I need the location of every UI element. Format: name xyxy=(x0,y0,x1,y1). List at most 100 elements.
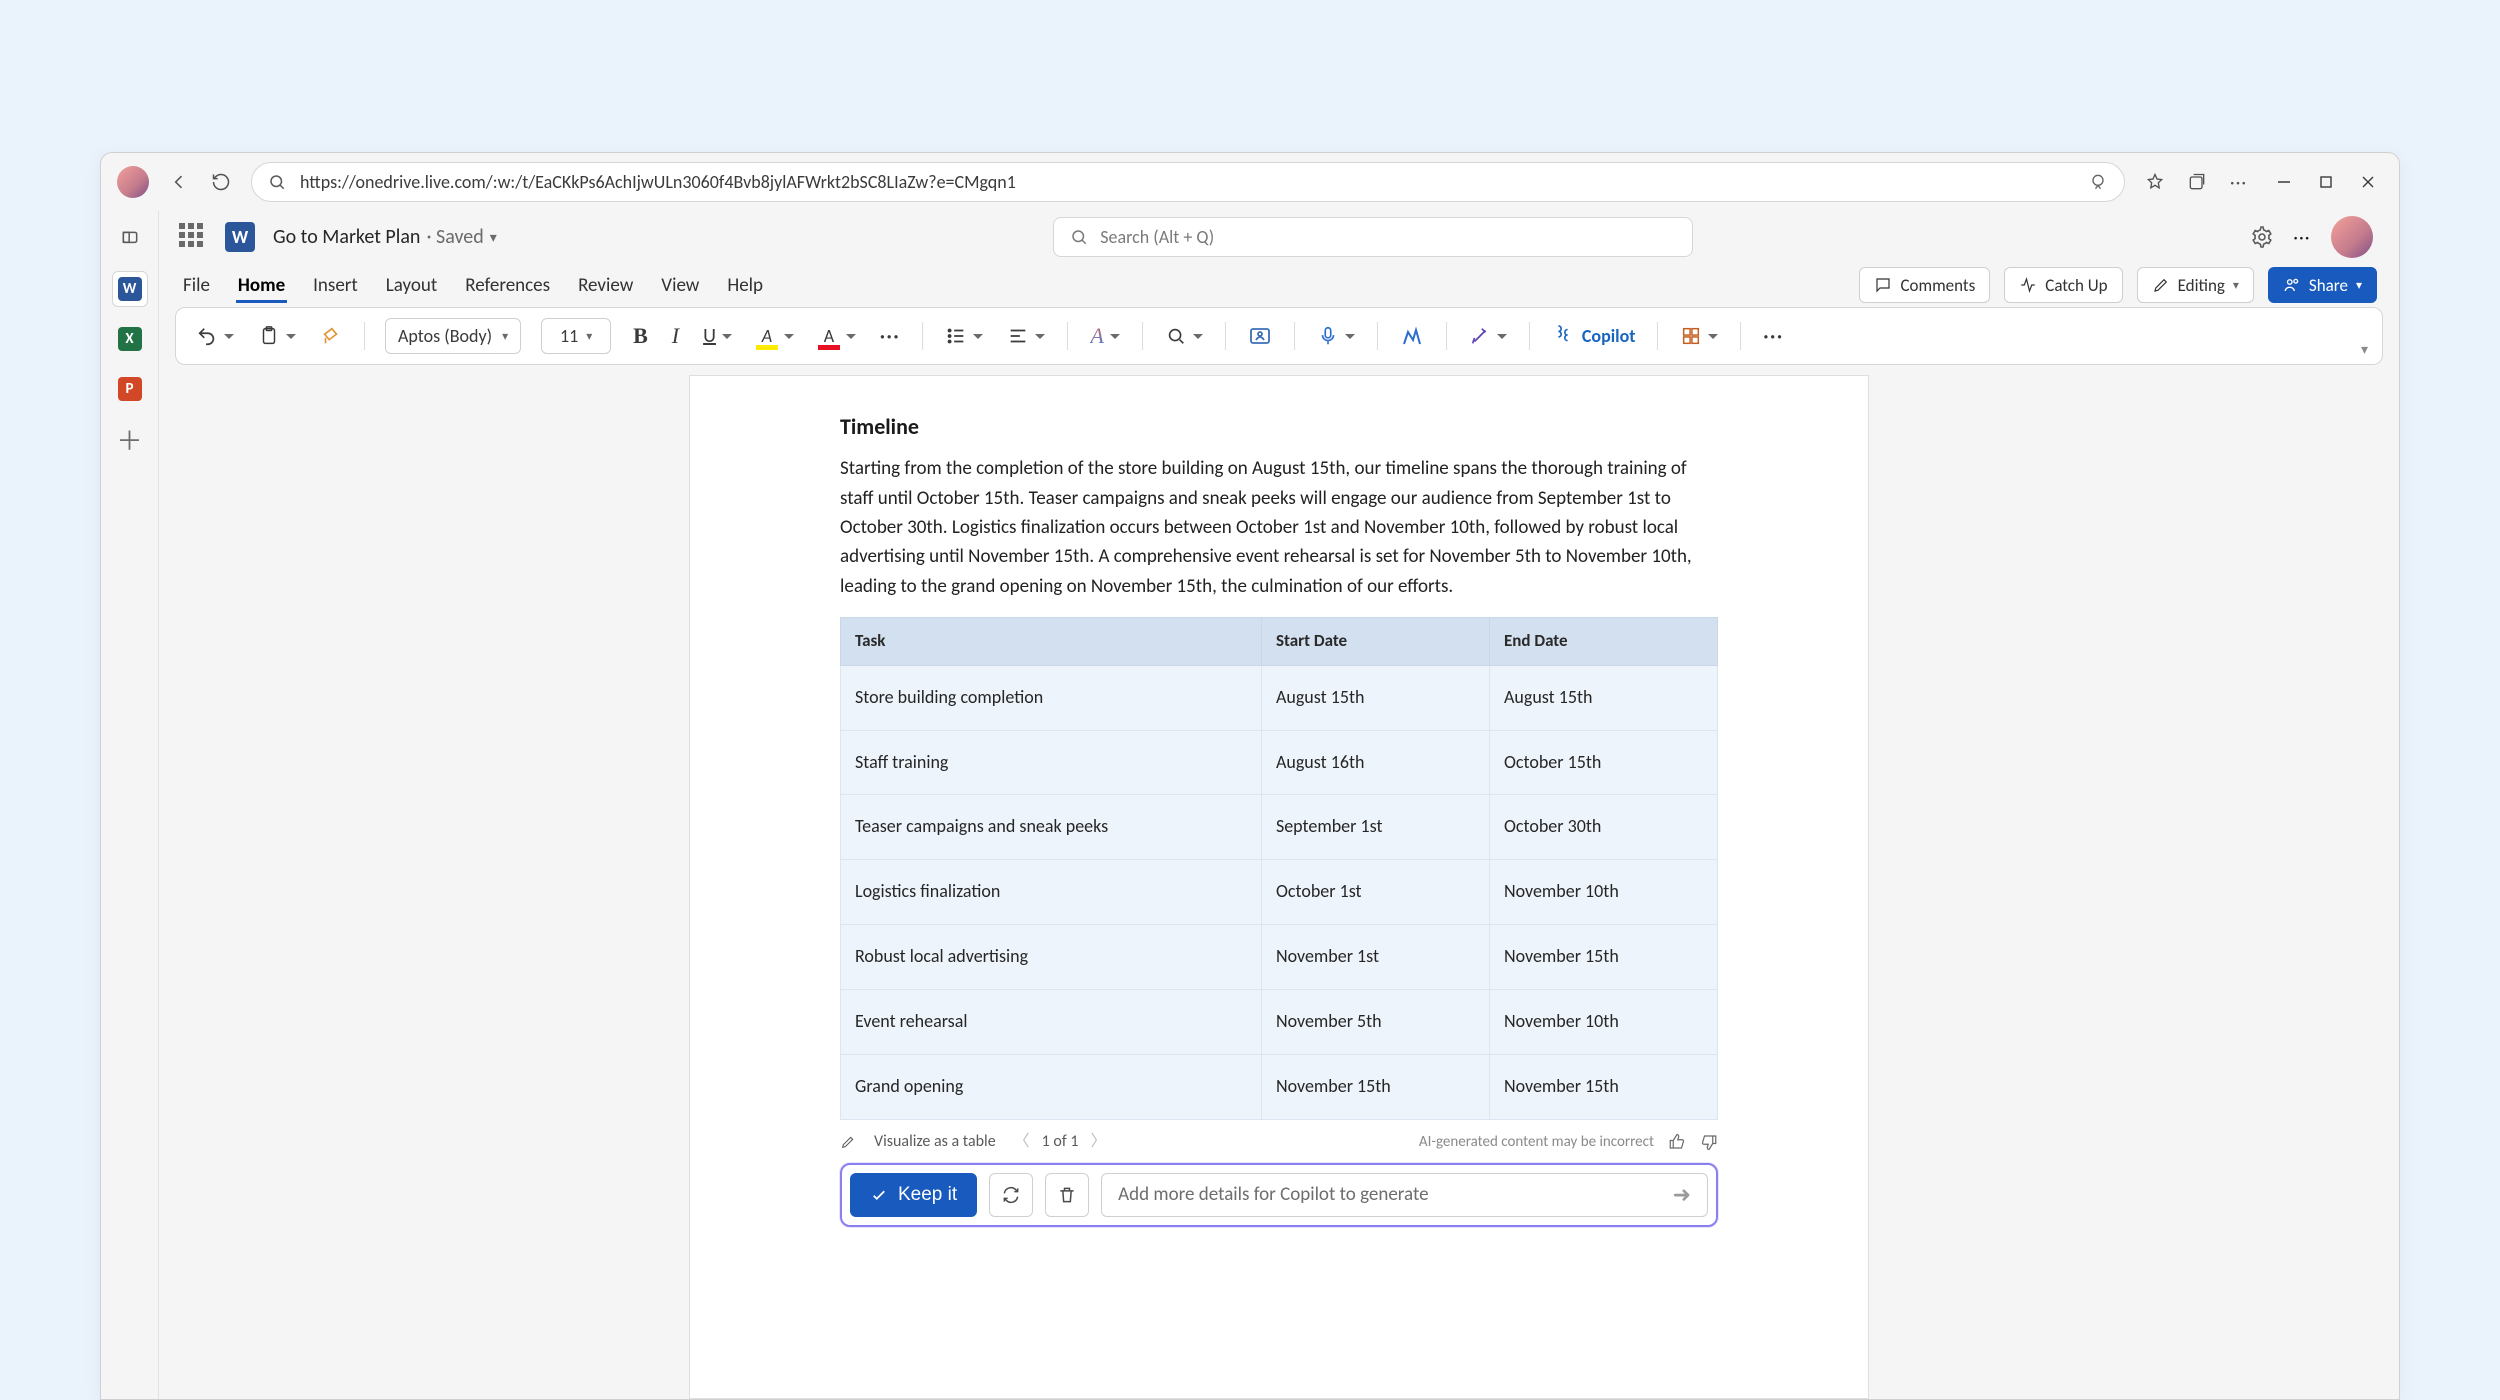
chevron-down-icon: ▾ xyxy=(586,329,592,344)
thumbs-down-icon[interactable] xyxy=(1700,1133,1718,1151)
accessibility-button[interactable] xyxy=(1246,320,1274,352)
thumbs-up-icon[interactable] xyxy=(1668,1133,1686,1151)
table-header: End Date xyxy=(1489,618,1717,665)
pencil-icon xyxy=(2152,276,2170,294)
menu-help[interactable]: Help xyxy=(725,268,765,303)
close-button[interactable] xyxy=(2361,175,2375,189)
save-status: · Saved xyxy=(426,225,483,249)
rail-tab-powerpoint[interactable]: P xyxy=(112,371,148,407)
copilot-input[interactable]: Add more details for Copilot to generate… xyxy=(1101,1173,1708,1217)
document-name: Go to Market Plan xyxy=(273,225,420,249)
underline-button[interactable]: U xyxy=(701,320,734,352)
table-cell: November 15th xyxy=(1489,925,1717,990)
chevron-down-icon: ▾ xyxy=(2356,278,2362,293)
editor-button[interactable] xyxy=(1398,320,1426,352)
account-avatar[interactable] xyxy=(2331,216,2373,258)
ribbon-overflow-icon[interactable]: ··· xyxy=(1761,321,1785,351)
table-row[interactable]: Store building completionAugust 15thAugu… xyxy=(841,665,1718,730)
bullets-button[interactable] xyxy=(943,321,985,351)
chevron-down-icon: ▾ xyxy=(502,329,508,344)
rail-add-button[interactable]: ＋ xyxy=(112,421,148,457)
table-row[interactable]: Event rehearsalNovember 5thNovember 10th xyxy=(841,990,1718,1055)
app-launcher-icon[interactable] xyxy=(179,223,207,251)
add-ins-button[interactable] xyxy=(1678,321,1720,351)
menu-review[interactable]: Review xyxy=(576,268,635,303)
keep-it-button[interactable]: Keep it xyxy=(850,1173,977,1217)
chevron-down-icon: ▾ xyxy=(490,229,497,246)
more-icon[interactable]: ··· xyxy=(2294,229,2311,246)
regenerate-button[interactable] xyxy=(989,1173,1033,1217)
ribbon: Aptos (Body) ▾ 11 ▾ B I U A A ··· xyxy=(175,307,2383,365)
copilot-prompt-label[interactable]: Visualize as a table xyxy=(874,1130,996,1155)
table-row[interactable]: Teaser campaigns and sneak peeksSeptembe… xyxy=(841,795,1718,860)
activity-icon xyxy=(2019,276,2037,294)
profile-avatar[interactable] xyxy=(117,166,149,198)
rail-tab-workspace[interactable] xyxy=(112,221,148,257)
italic-button[interactable]: I xyxy=(670,319,681,353)
copilot-icon xyxy=(1552,325,1574,347)
editing-mode-button[interactable]: Editing ▾ xyxy=(2137,267,2254,303)
timeline-table[interactable]: Task Start Date End Date Store building … xyxy=(840,617,1718,1120)
menu-references[interactable]: References xyxy=(463,268,552,303)
more-formatting-icon[interactable]: ··· xyxy=(878,321,902,351)
document-page[interactable]: Timeline Starting from the completion of… xyxy=(689,375,1869,1399)
app-rail: W X P ＋ xyxy=(101,211,159,1399)
rail-tab-word[interactable]: W xyxy=(112,271,148,307)
format-painter-button[interactable] xyxy=(318,321,344,351)
share-button[interactable]: Share ▾ xyxy=(2268,267,2377,303)
font-selector[interactable]: Aptos (Body) ▾ xyxy=(385,318,521,354)
menu-view[interactable]: View xyxy=(659,268,701,303)
send-icon[interactable]: ➜ xyxy=(1673,1178,1691,1212)
table-cell: November 10th xyxy=(1489,990,1717,1055)
table-cell: October 15th xyxy=(1489,730,1717,795)
table-cell: November 1st xyxy=(1261,925,1489,990)
search-input[interactable]: Search (Alt + Q) xyxy=(1053,217,1693,257)
refresh-icon[interactable] xyxy=(209,170,233,194)
discard-button[interactable] xyxy=(1045,1173,1089,1217)
table-row[interactable]: Logistics finalizationOctober 1stNovembe… xyxy=(841,860,1718,925)
comments-button[interactable]: Comments xyxy=(1859,267,1990,303)
search-icon xyxy=(1070,228,1088,246)
document-title[interactable]: Go to Market Plan · Saved ▾ xyxy=(273,225,497,249)
app-main: W Go to Market Plan · Saved ▾ Search (Al… xyxy=(159,211,2399,1399)
copilot-button[interactable]: Copilot xyxy=(1550,321,1638,351)
catch-up-button[interactable]: Catch Up xyxy=(2004,267,2122,303)
collections-icon[interactable] xyxy=(2185,170,2209,194)
font-size-selector[interactable]: 11 ▾ xyxy=(541,318,611,354)
qr-icon[interactable] xyxy=(2088,172,2108,192)
styles-button[interactable]: A xyxy=(1088,319,1121,353)
back-icon[interactable] xyxy=(167,170,191,194)
paste-button[interactable] xyxy=(256,321,298,351)
next-suggestion-icon[interactable]: 〉 xyxy=(1090,1130,1106,1155)
ribbon-collapse-icon[interactable]: ▾ xyxy=(2361,341,2368,358)
align-button[interactable] xyxy=(1005,321,1047,351)
highlight-button[interactable]: A xyxy=(754,321,796,351)
address-bar[interactable]: https://onedrive.live.com/:w:/t/EaCKkPs6… xyxy=(251,162,2125,202)
browser-more-icon[interactable]: ··· xyxy=(2227,170,2251,194)
table-row[interactable]: Grand openingNovember 15thNovember 15th xyxy=(841,1054,1718,1119)
pager-label: 1 of 1 xyxy=(1042,1130,1079,1155)
document-canvas: Timeline Starting from the completion of… xyxy=(159,375,2399,1399)
designer-button[interactable] xyxy=(1467,321,1509,351)
settings-icon[interactable] xyxy=(2250,225,2274,249)
undo-button[interactable] xyxy=(194,321,236,351)
table-cell: October 30th xyxy=(1489,795,1717,860)
table-row[interactable]: Staff trainingAugust 16thOctober 15th xyxy=(841,730,1718,795)
menu-layout[interactable]: Layout xyxy=(384,268,439,303)
menu-file[interactable]: File xyxy=(181,268,212,303)
menu-home[interactable]: Home xyxy=(236,268,287,303)
minimize-button[interactable] xyxy=(2277,175,2291,189)
dictate-button[interactable] xyxy=(1315,321,1357,351)
table-cell: September 1st xyxy=(1261,795,1489,860)
maximize-button[interactable] xyxy=(2319,175,2333,189)
search-icon xyxy=(268,173,286,191)
prev-suggestion-icon[interactable]: 〈 xyxy=(1014,1130,1030,1155)
table-row[interactable]: Robust local advertisingNovember 1stNove… xyxy=(841,925,1718,990)
bold-button[interactable]: B xyxy=(631,319,650,353)
favorite-icon[interactable] xyxy=(2143,170,2167,194)
font-color-button[interactable]: A xyxy=(816,321,858,351)
rail-tab-excel[interactable]: X xyxy=(112,321,148,357)
find-button[interactable] xyxy=(1163,321,1205,351)
menu-insert[interactable]: Insert xyxy=(311,268,360,303)
copilot-action-bar: Keep it Add more details for Copilot to … xyxy=(840,1163,1718,1227)
